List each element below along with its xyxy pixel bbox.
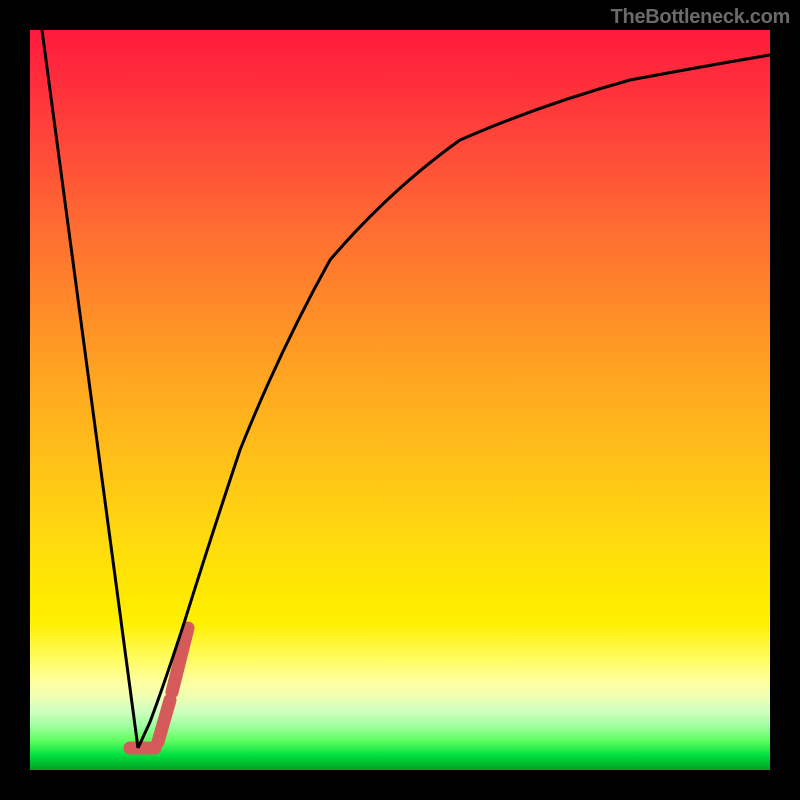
chart-svg xyxy=(30,30,770,770)
highlight-segment-2 xyxy=(158,700,170,742)
log-curve xyxy=(138,55,770,748)
left-falling-line xyxy=(42,30,138,748)
plot-area xyxy=(30,30,770,770)
watermark-text: TheBottleneck.com xyxy=(611,6,790,29)
chart-container: TheBottleneck.com xyxy=(0,0,800,800)
